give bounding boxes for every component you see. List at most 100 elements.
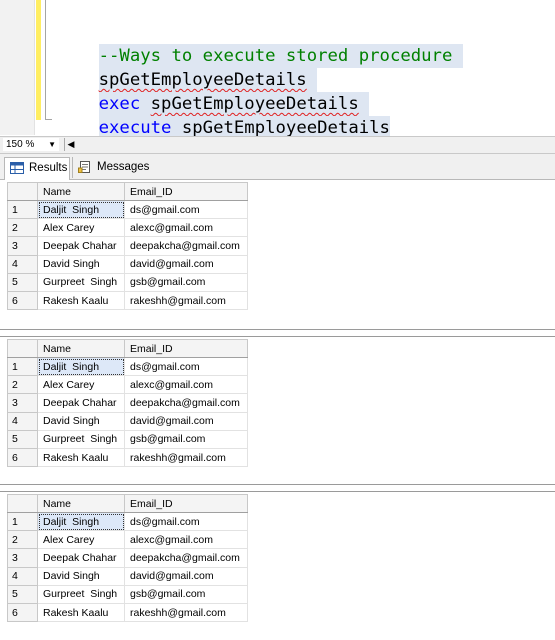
results-tab-bar: Results Messages xyxy=(0,154,555,180)
cell-name[interactable]: Daljit Singh xyxy=(37,511,125,532)
cell-email[interactable]: ds@gmail.com xyxy=(124,511,248,532)
cell-name[interactable]: Alex Carey xyxy=(37,218,125,238)
table-row[interactable]: 5 Gurpreet Singh gsb@gmail.com xyxy=(7,272,248,292)
row-number[interactable]: 3 xyxy=(7,393,38,413)
cell-email[interactable]: ds@gmail.com xyxy=(124,199,248,220)
query-editor[interactable]: --Ways to execute stored procedure spGet… xyxy=(0,0,555,140)
row-number[interactable]: 4 xyxy=(7,411,38,431)
cell-name[interactable]: Alex Carey xyxy=(37,375,125,395)
row-number[interactable]: 5 xyxy=(7,429,38,449)
row-number[interactable]: 5 xyxy=(7,272,38,292)
table-row[interactable]: 4 David Singh david@gmail.com xyxy=(7,254,248,274)
table-row[interactable]: 2 Alex Carey alexc@gmail.com xyxy=(7,375,248,395)
row-number[interactable]: 6 xyxy=(7,602,38,623)
cell-email[interactable]: gsb@gmail.com xyxy=(124,584,248,604)
row-number[interactable]: 1 xyxy=(7,199,38,220)
cell-email[interactable]: deepakcha@gmail.com xyxy=(124,393,248,413)
editor-status-strip: 150 % ▼ ◀ xyxy=(0,136,555,154)
grid-corner-header[interactable] xyxy=(7,494,38,513)
table-row[interactable]: 3 Deepak Chahar deepakcha@gmail.com xyxy=(7,236,248,256)
row-number[interactable]: 4 xyxy=(7,566,38,586)
table-row[interactable]: 2 Alex Carey alexc@gmail.com xyxy=(7,530,248,550)
editor-gutter xyxy=(0,0,35,135)
results-table: Name Email_ID 1 Daljit Singh ds@gmail.com … xyxy=(7,494,248,623)
cell-email[interactable]: gsb@gmail.com xyxy=(124,272,248,292)
cell-email[interactable]: alexc@gmail.com xyxy=(124,375,248,395)
cell-name[interactable]: Rakesh Kaalu xyxy=(37,447,125,468)
scroll-left-button[interactable]: ◀ xyxy=(64,138,77,151)
column-header-name[interactable]: Name xyxy=(37,339,125,358)
row-number[interactable]: 5 xyxy=(7,584,38,604)
table-row[interactable]: 4 David Singh david@gmail.com xyxy=(7,566,248,586)
cell-name[interactable]: Alex Carey xyxy=(37,530,125,550)
table-row[interactable]: 2 Alex Carey alexc@gmail.com xyxy=(7,218,248,238)
cell-email[interactable]: david@gmail.com xyxy=(124,411,248,431)
cell-name[interactable]: Daljit Singh xyxy=(37,199,125,220)
table-row[interactable]: 5 Gurpreet Singh gsb@gmail.com xyxy=(7,429,248,449)
table-row[interactable]: 5 Gurpreet Singh gsb@gmail.com xyxy=(7,584,248,604)
cell-email[interactable]: gsb@gmail.com xyxy=(124,429,248,449)
results-table: Name Email_ID 1 Daljit Singh ds@gmail.com … xyxy=(7,339,248,468)
table-row[interactable]: 1 Daljit Singh ds@gmail.com xyxy=(7,199,248,220)
cell-email[interactable]: david@gmail.com xyxy=(124,254,248,274)
cell-email[interactable]: deepakcha@gmail.com xyxy=(124,236,248,256)
table-row[interactable]: 6 Rakesh Kaalu rakeshh@gmail.com xyxy=(7,447,248,468)
tab-results[interactable]: Results xyxy=(4,157,70,180)
cell-name[interactable]: Rakesh Kaalu xyxy=(37,290,125,311)
cell-email[interactable]: rakeshh@gmail.com xyxy=(124,290,248,311)
table-row[interactable]: 1 Daljit Singh ds@gmail.com xyxy=(7,511,248,532)
column-header-email[interactable]: Email_ID xyxy=(124,182,248,201)
row-number[interactable]: 3 xyxy=(7,548,38,568)
cell-email[interactable]: deepakcha@gmail.com xyxy=(124,548,248,568)
column-header-email[interactable]: Email_ID xyxy=(124,494,248,513)
code-line-1[interactable]: --Ways to execute stored procedure xyxy=(57,20,463,68)
row-number[interactable]: 2 xyxy=(7,530,38,550)
row-number[interactable]: 2 xyxy=(7,218,38,238)
cell-name[interactable]: Gurpreet Singh xyxy=(37,429,125,449)
outline-fold-end xyxy=(45,119,52,120)
cell-name[interactable]: David Singh xyxy=(37,566,125,586)
cell-name[interactable]: David Singh xyxy=(37,411,125,431)
table-row[interactable]: 4 David Singh david@gmail.com xyxy=(7,411,248,431)
column-header-email[interactable]: Email_ID xyxy=(124,339,248,358)
cell-name[interactable]: Deepak Chahar xyxy=(37,548,125,568)
cell-email[interactable]: rakeshh@gmail.com xyxy=(124,602,248,623)
cell-email[interactable]: alexc@gmail.com xyxy=(124,218,248,238)
cell-name[interactable]: Deepak Chahar xyxy=(37,393,125,413)
row-number[interactable]: 1 xyxy=(7,356,38,377)
row-number[interactable]: 3 xyxy=(7,236,38,256)
cell-email[interactable]: rakeshh@gmail.com xyxy=(124,447,248,468)
execute-keyword: execute xyxy=(98,118,172,138)
row-number[interactable]: 2 xyxy=(7,375,38,395)
row-number[interactable]: 6 xyxy=(7,290,38,311)
results-table: Name Email_ID 1 Daljit Singh ds@gmail.com … xyxy=(7,182,248,311)
column-header-name[interactable]: Name xyxy=(37,182,125,201)
code-line-2[interactable]: spGetEmployeeDetails xyxy=(57,44,318,92)
grid-corner-header[interactable] xyxy=(7,339,38,358)
cell-email[interactable]: david@gmail.com xyxy=(124,566,248,586)
code-line-3[interactable]: exec spGetEmployeeDetails xyxy=(57,68,370,116)
column-header-name[interactable]: Name xyxy=(37,494,125,513)
cell-name[interactable]: Gurpreet Singh xyxy=(37,584,125,604)
table-row[interactable]: 3 Deepak Chahar deepakcha@gmail.com xyxy=(7,548,248,568)
tab-messages[interactable]: Messages xyxy=(72,157,150,178)
cell-name[interactable]: Gurpreet Singh xyxy=(37,272,125,292)
cell-name[interactable]: Rakesh Kaalu xyxy=(37,602,125,623)
row-number[interactable]: 6 xyxy=(7,447,38,468)
zoom-dropdown[interactable]: 150 % ▼ xyxy=(3,138,59,151)
code-line-4[interactable]: execute spGetEmployeeDetails xyxy=(57,92,390,140)
row-number[interactable]: 1 xyxy=(7,511,38,532)
grid-corner-header[interactable] xyxy=(7,182,38,201)
table-row[interactable]: 1 Daljit Singh ds@gmail.com xyxy=(7,356,248,377)
cell-email[interactable]: alexc@gmail.com xyxy=(124,530,248,550)
cell-name[interactable]: Daljit Singh xyxy=(37,356,125,377)
cell-email[interactable]: ds@gmail.com xyxy=(124,356,248,377)
messages-icon xyxy=(78,161,90,173)
row-number[interactable]: 4 xyxy=(7,254,38,274)
cell-name[interactable]: David Singh xyxy=(37,254,125,274)
procedure-name: spGetEmployeeDetails xyxy=(181,118,390,138)
table-row[interactable]: 6 Rakesh Kaalu rakeshh@gmail.com xyxy=(7,290,248,311)
table-row[interactable]: 6 Rakesh Kaalu rakeshh@gmail.com xyxy=(7,602,248,623)
table-row[interactable]: 3 Deepak Chahar deepakcha@gmail.com xyxy=(7,393,248,413)
cell-name[interactable]: Deepak Chahar xyxy=(37,236,125,256)
